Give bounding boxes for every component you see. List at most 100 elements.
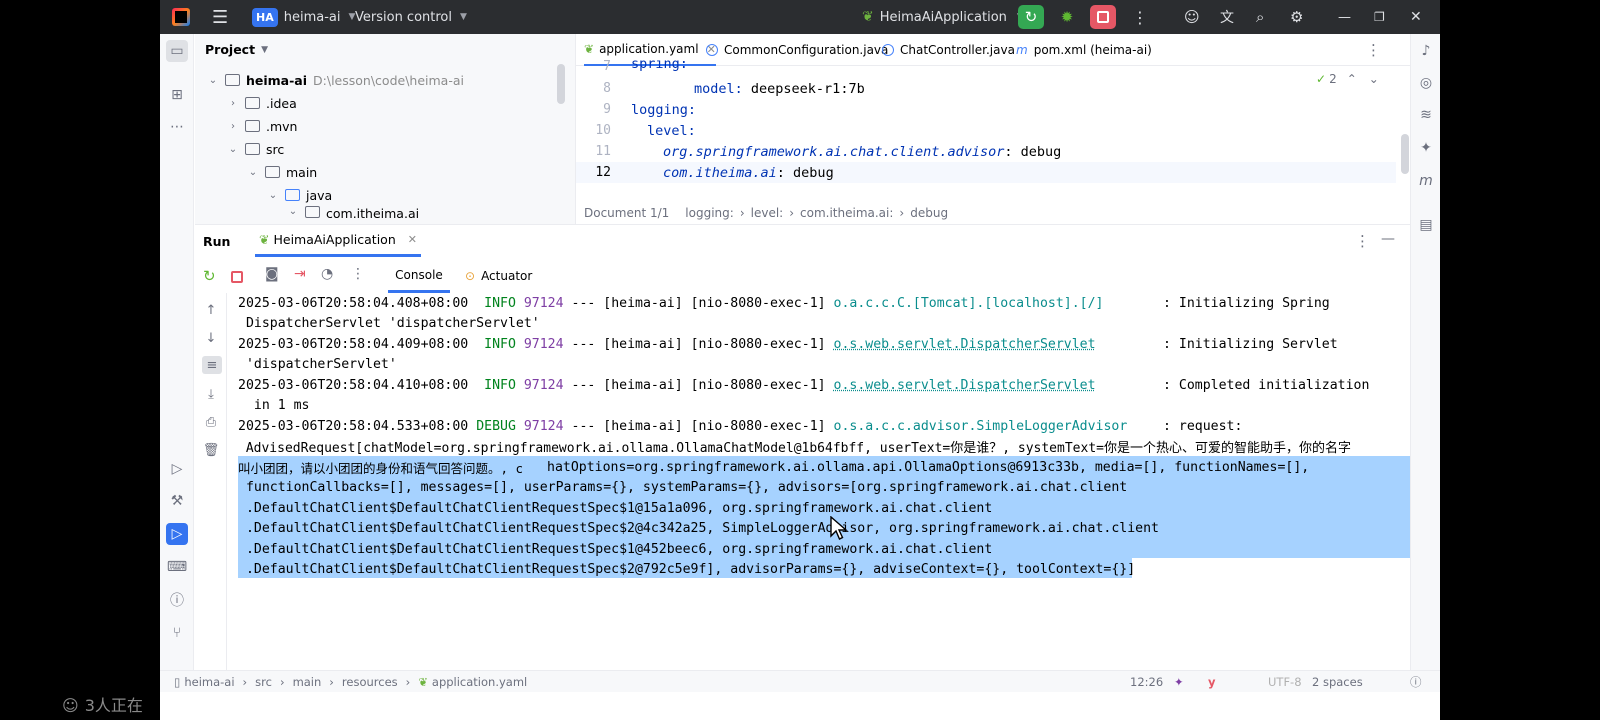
app-logo-icon[interactable] [172, 0, 190, 34]
database-icon[interactable]: ≋ [1415, 104, 1437, 126]
tree-item-label: java [306, 187, 333, 203]
problems-icon[interactable]: ⓘ [166, 589, 188, 611]
more-options-icon[interactable]: ⋮ [1355, 232, 1370, 250]
tree-item-src[interactable]: ⌄ src [225, 138, 284, 160]
code-key: logging: [631, 101, 697, 118]
speedometer-icon[interactable]: ◔ [321, 266, 333, 282]
debug-button[interactable]: ✹ [1054, 5, 1080, 29]
project-panel-title[interactable]: Project ▼ [205, 42, 268, 57]
plugin-icon[interactable]: ✦ [1415, 137, 1437, 159]
code-line-12[interactable]: 12 com.itheima.ai: debug [576, 162, 1396, 183]
tab-console[interactable]: Console [388, 259, 450, 293]
arrow-up-icon[interactable]: ↑ [202, 301, 220, 319]
close-icon[interactable]: ✕ [408, 233, 417, 246]
project-switcher[interactable]: HA heima-ai ▼ [252, 0, 355, 34]
exit-icon[interactable]: ⇥ [294, 266, 306, 282]
print-icon[interactable]: ⎙ [202, 413, 220, 431]
git-icon[interactable]: ⑂ [166, 622, 188, 644]
more-actions-icon[interactable]: ⋮ [1132, 0, 1148, 34]
log-timestamp: 2025-03-06T20:58:04.408+08:00 [238, 296, 469, 311]
code-line-7[interactable]: 7 spring: [576, 60, 1396, 72]
log-logger[interactable]: o.a.c.c.C.[Tomcat].[localhost].[/] [834, 296, 1104, 311]
chevron-down-icon[interactable]: ⌄ [1369, 72, 1379, 86]
trash-icon[interactable]: 🗑 [202, 441, 220, 459]
camera-icon[interactable]: ◙ [265, 266, 279, 282]
restore-icon[interactable]: ❐ [1374, 0, 1385, 34]
build-icon[interactable]: ⚒ [166, 490, 188, 512]
run-tool-icon[interactable]: ▷ [166, 523, 188, 545]
line-number: 8 [603, 81, 611, 96]
scrollbar[interactable] [1401, 134, 1409, 174]
chevron-up-icon[interactable]: ⌃ [1347, 72, 1357, 86]
console-output[interactable]: 2025-03-06T20:58:04.408+08:00 INFO 97124… [228, 293, 1410, 671]
folder-icon[interactable]: ▭ [166, 40, 188, 62]
translate-icon[interactable]: 文 [1220, 0, 1234, 34]
scrollbar[interactable] [557, 64, 565, 104]
tree-item-package[interactable]: ⌄ com.itheima.ai [285, 206, 419, 224]
project-panel: Project ▼ ⌄ heima-ai D:\lesson\code\heim… [195, 34, 575, 224]
stop-icon[interactable] [231, 271, 243, 283]
code-line-8[interactable]: 8 model: deepseek-r1:7b [576, 78, 1396, 99]
tree-item-mvn[interactable]: › .mvn [225, 115, 297, 137]
ai-assistant-icon[interactable]: ◎ [1415, 72, 1437, 94]
run-config-selector[interactable]: ❦ HeimaAiApplication ▼ [862, 0, 1024, 34]
tab-label: Console [395, 267, 443, 282]
arrow-down-icon[interactable]: ↓ [202, 329, 220, 347]
search-icon[interactable]: ⌕ [1256, 0, 1264, 34]
code-line-10[interactable]: 10 level: [576, 120, 1396, 141]
code-line-9[interactable]: 9 logging: [576, 99, 1396, 120]
lock-icon[interactable]: ⓘ [1410, 674, 1422, 690]
breadcrumb-item[interactable]: level: [751, 206, 784, 220]
breadcrumb-item[interactable]: Document 1/1 [584, 206, 669, 220]
status-path-item[interactable]: main [293, 675, 322, 689]
tree-item-main[interactable]: ⌄ main [245, 161, 317, 183]
minimize-icon[interactable]: — [1338, 0, 1351, 34]
vcs-widget[interactable]: Version control ▼ [355, 0, 467, 34]
ide-window: ☰ HA heima-ai ▼ Version control ▼ ❦ Heim… [160, 0, 1440, 720]
cursor-position[interactable]: 12:26 [1130, 675, 1163, 689]
tree-item-java[interactable]: ⌄ java [265, 184, 332, 206]
rerun-icon[interactable]: ↻ [203, 267, 216, 285]
code-key: level: [647, 122, 696, 139]
close-icon[interactable]: ✕ [1410, 0, 1422, 34]
inspection-widget[interactable]: ✓ 2 ⌃ ⌄ [1316, 72, 1379, 86]
gear-icon[interactable]: ⚙ [1290, 0, 1303, 34]
log-timestamp: 2025-03-06T20:58:04.533+08:00 [238, 419, 469, 434]
log-logger[interactable]: o.s.a.c.c.advisor.SimpleLoggerAdvisor [834, 419, 1128, 434]
main-menu-icon[interactable]: ☰ [212, 0, 228, 34]
soft-wrap-icon[interactable]: ≡ [202, 356, 222, 374]
indent-widget[interactable]: 2 spaces [1312, 675, 1363, 689]
user-icon[interactable]: ☺ [1184, 0, 1200, 34]
stop-button[interactable] [1090, 5, 1116, 29]
yaml-file-icon: ❦ [584, 42, 595, 56]
status-path-item[interactable]: src [255, 675, 272, 689]
breadcrumb-item[interactable]: debug [910, 206, 948, 220]
scroll-to-end-icon[interactable]: ⤓ [202, 385, 220, 403]
status-path-item[interactable]: heima-ai [184, 675, 234, 689]
breadcrumb-item[interactable]: com.itheima.ai: [800, 206, 893, 220]
more-tools-icon[interactable]: ⋯ [166, 116, 188, 138]
terminal-icon[interactable]: ⌨ [166, 556, 188, 578]
code-line-11[interactable]: 11 org.springframework.ai.chat.client.ad… [576, 141, 1396, 162]
status-path-item[interactable]: resources [342, 675, 398, 689]
tree-root[interactable]: ⌄ heima-ai D:\lesson\code\heima-ai [205, 69, 464, 91]
maven-icon[interactable]: m [1415, 170, 1437, 192]
rerun-button[interactable]: ↻ [1018, 5, 1044, 29]
log-logger[interactable]: o.s.web.servlet.DispatcherServlet [834, 337, 1096, 352]
minimize-panel-icon[interactable]: — [1381, 231, 1395, 247]
breadcrumb-item[interactable]: logging: [685, 206, 734, 220]
notifications-icon[interactable]: ♪ [1415, 40, 1437, 62]
log-logger[interactable]: o.s.web.servlet.DispatcherServlet [834, 378, 1096, 393]
more-actions-icon[interactable]: ⋮ [351, 266, 365, 282]
structure-icon[interactable]: ⊞ [166, 84, 188, 106]
tree-item-idea[interactable]: › .idea [225, 92, 297, 114]
tab-actuator[interactable]: ⊙ Actuator [465, 259, 532, 293]
endpoints-icon[interactable]: ▤ [1415, 214, 1437, 236]
status-path-item[interactable]: application.yaml [432, 675, 527, 689]
encoding-widget[interactable]: UTF-8 [1268, 675, 1302, 689]
tab-heima-ai-application[interactable]: ❦ HeimaAiApplication ✕ [255, 225, 421, 257]
chevron-down-icon: ⌄ [288, 206, 298, 217]
request-text: .DefaultChatClient$DefaultChatClientRequ… [238, 562, 1136, 577]
chevron-right-icon: › [231, 120, 235, 132]
services-icon[interactable]: ▷ [166, 458, 188, 480]
